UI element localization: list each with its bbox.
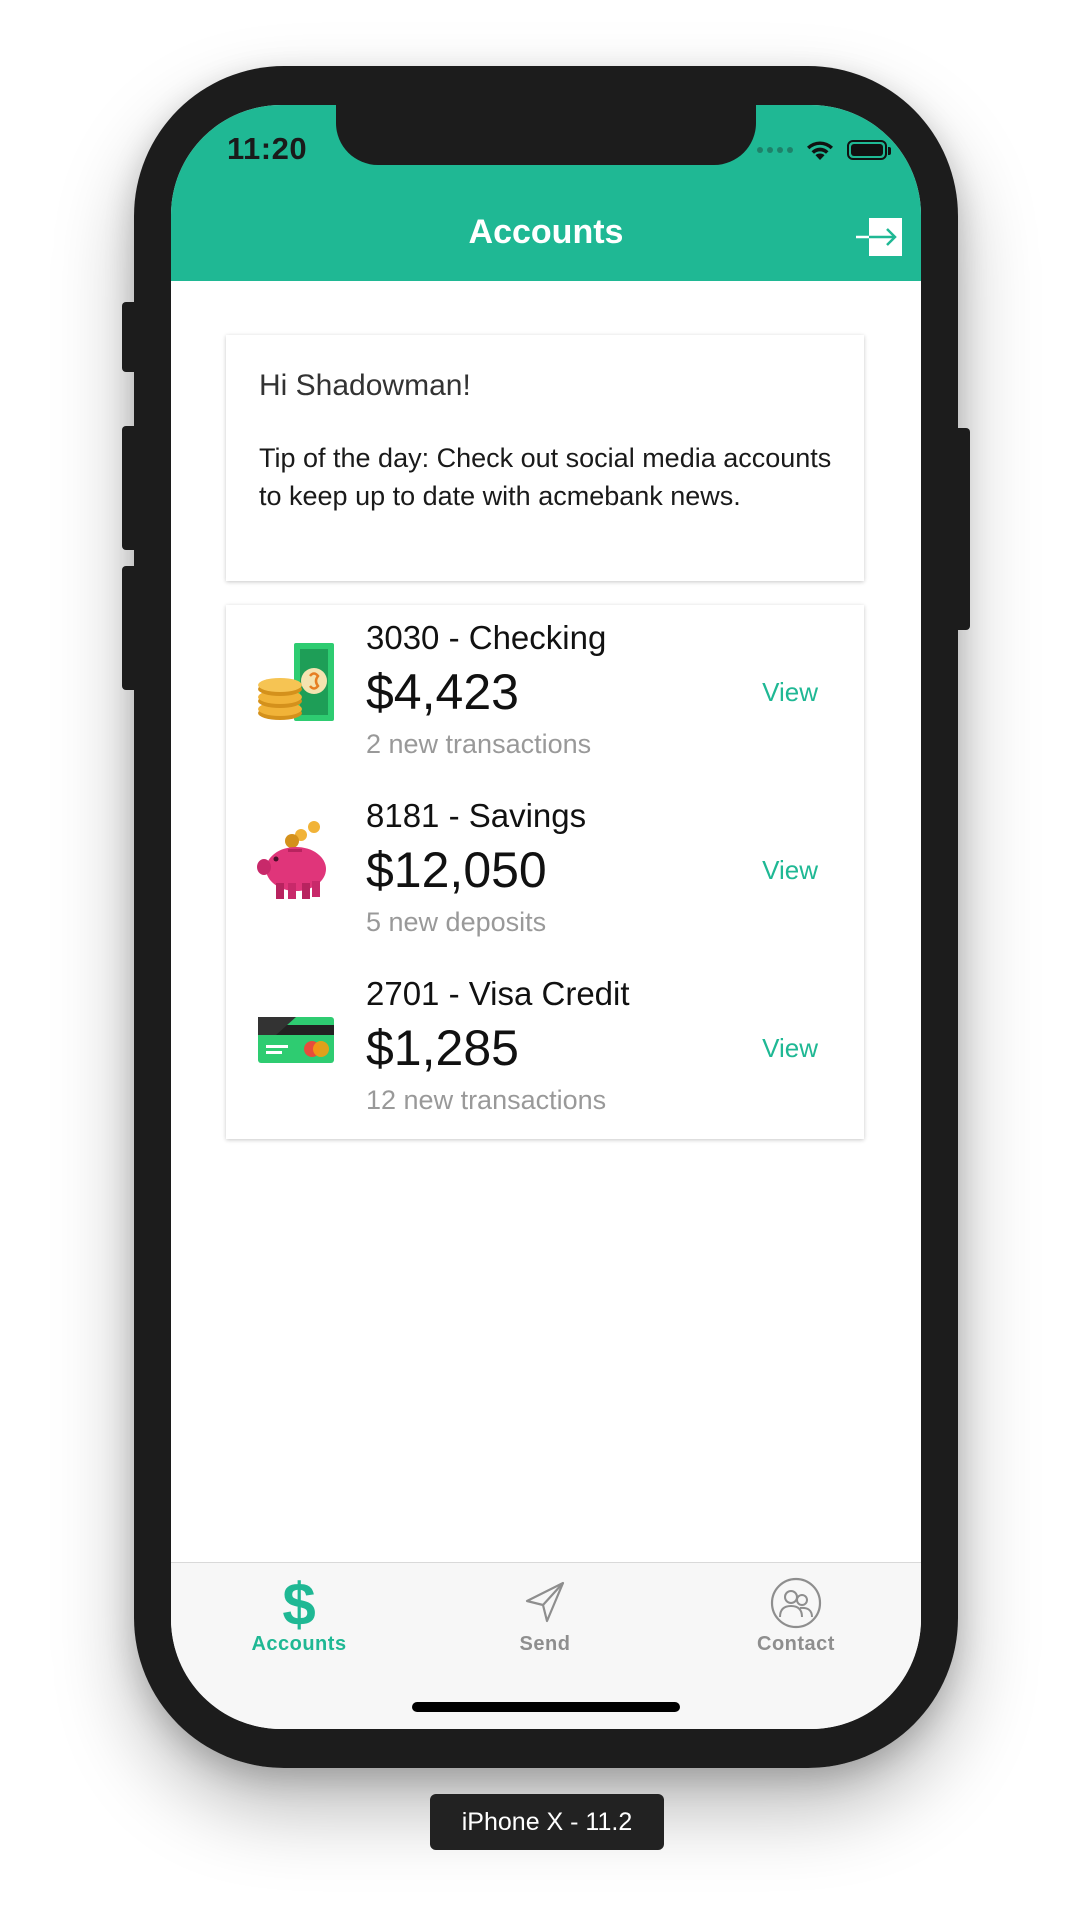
account-name: 3030 - Checking <box>366 619 607 656</box>
account-row-checking: 3030 - Checking $4,423 2 new transaction… <box>226 605 864 783</box>
account-balance: $1,285 <box>366 1020 519 1076</box>
coins-cash-icon <box>258 643 334 721</box>
view-checking-button[interactable]: View <box>762 677 818 708</box>
account-row-savings: 8181 - Savings $12,050 5 new deposits Vi… <box>226 783 864 961</box>
view-visa-credit-button[interactable]: View <box>762 1033 818 1064</box>
greeting-card: Hi Shadowman! Tip of the day: Check out … <box>226 335 864 581</box>
tab-bar: $ Accounts Send Contact <box>171 1562 921 1729</box>
simulator-stage: 11:20 Accounts Hi Shadowman! Tip of the … <box>0 0 1090 1928</box>
svg-text:$: $ <box>282 1573 315 1633</box>
greeting-text: Hi Shadowman! <box>259 369 471 402</box>
account-activity: 12 new transactions <box>366 1085 607 1115</box>
simulator-device-label: iPhone X - 11.2 <box>430 1794 664 1850</box>
tab-contact[interactable]: Contact <box>696 1563 896 1673</box>
logout-button[interactable] <box>855 217 903 257</box>
account-balance: $12,050 <box>366 842 547 898</box>
account-activity: 2 new transactions <box>366 729 592 759</box>
signal-icon <box>757 147 793 153</box>
app-screen: 11:20 Accounts Hi Shadowman! Tip of the … <box>171 105 921 1729</box>
status-icons <box>757 135 891 165</box>
battery-icon <box>847 140 891 160</box>
credit-card-icon <box>258 1017 334 1063</box>
logout-arrow-icon <box>856 218 902 256</box>
account-name: 2701 - Visa Credit <box>366 975 630 1012</box>
wifi-icon <box>807 141 833 160</box>
tip-of-the-day: Tip of the day: Check out social media a… <box>259 443 832 511</box>
home-indicator[interactable] <box>412 1702 680 1712</box>
account-name: 8181 - Savings <box>366 797 587 834</box>
tab-accounts[interactable]: $ Accounts <box>199 1563 399 1673</box>
device-notch <box>336 105 756 165</box>
tab-send[interactable]: Send <box>445 1563 645 1673</box>
account-activity: 5 new deposits <box>366 907 547 937</box>
dollar-icon: $ <box>282 1573 315 1633</box>
account-row-visa-credit: 2701 - Visa Credit $1,285 12 new transac… <box>226 961 864 1139</box>
tab-label: Contact <box>757 1633 835 1655</box>
account-balance: $4,423 <box>366 664 519 720</box>
nav-header: 11:20 Accounts <box>171 105 921 281</box>
view-savings-button[interactable]: View <box>762 855 818 886</box>
tab-label: Accounts <box>251 1633 347 1655</box>
accounts-list: 3030 - Checking $4,423 2 new transaction… <box>226 605 864 1139</box>
paper-plane-icon <box>525 1581 565 1623</box>
piggy-bank-icon <box>257 821 326 899</box>
status-time: 11:20 <box>227 131 308 166</box>
contact-icon <box>770 1577 822 1629</box>
page-title: Accounts <box>468 213 624 251</box>
tab-label: Send <box>519 1633 571 1655</box>
